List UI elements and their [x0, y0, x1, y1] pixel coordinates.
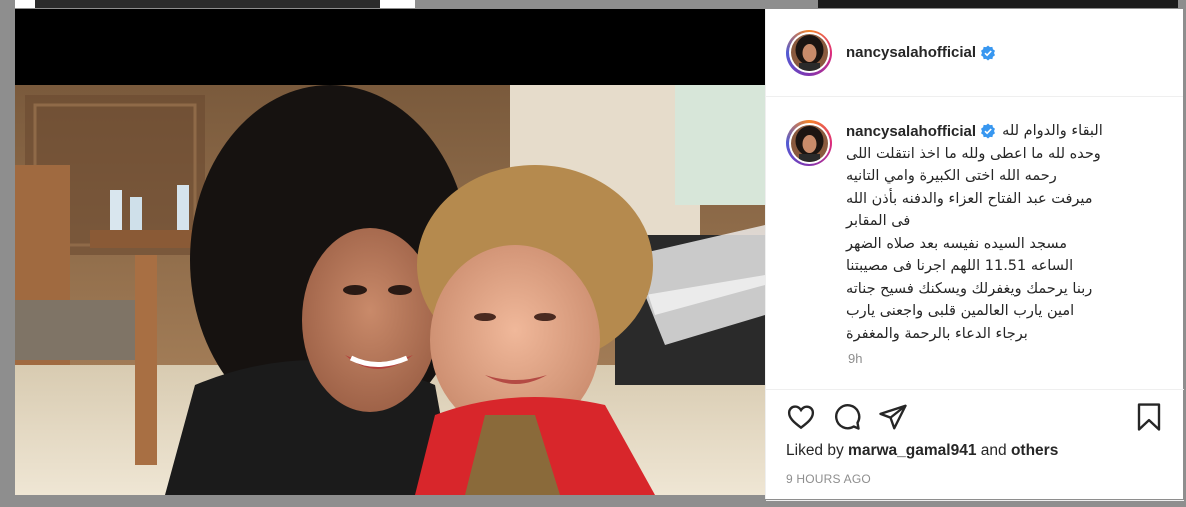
- caption-line: برجاء الدعاء بالرحمة والمغفرة: [846, 325, 1028, 342]
- caption-line: فى المقابر: [846, 213, 911, 229]
- liked-user-link[interactable]: marwa_gamal941: [848, 442, 976, 459]
- avatar[interactable]: [786, 29, 832, 76]
- likes-summary: Liked by marwa_gamal941 and others: [786, 442, 1164, 460]
- caption-line: وحده لله ما اعطى ولله ما اخذ انتقلت اللى: [846, 145, 1101, 162]
- post-header: nancysalahofficial: [766, 9, 1183, 97]
- caption-username[interactable]: nancysalahofficial: [846, 123, 976, 140]
- caption-text: nancysalahofficial البقاء والدوام لله وح…: [846, 120, 1164, 345]
- comment-bubble-icon[interactable]: [832, 402, 862, 432]
- caption-line: الساعه 11.51 اللهم اجرنا فى مصيبتنا: [846, 258, 1074, 274]
- background-post-strip: [15, 0, 415, 8]
- post-media[interactable]: [15, 9, 765, 495]
- bookmark-icon[interactable]: [1134, 402, 1164, 432]
- post-photo: [15, 85, 765, 495]
- caption-avatar[interactable]: [786, 120, 832, 166]
- avatar-image: [790, 124, 828, 162]
- background-post-strip-right: [818, 0, 1178, 8]
- post-caption: nancysalahofficial البقاء والدوام لله وح…: [766, 98, 1184, 366]
- heart-icon[interactable]: [786, 402, 816, 432]
- post-timestamp[interactable]: 9 HOURS AGO: [786, 472, 1164, 486]
- post-actions: Liked by marwa_gamal941 and others 9 HOU…: [766, 389, 1184, 486]
- verified-badge-icon: [981, 123, 996, 139]
- post-side-panel: nancysalahofficial nancysalahofficial ال…: [765, 9, 1184, 501]
- caption-line: رحمه الله اختى الكبيرة وامي التانيه: [846, 168, 1057, 184]
- caption-line: ربنا يرحمك ويغفرلك ويسكنك فسيح جناته: [846, 280, 1093, 297]
- liked-others-link[interactable]: others: [1011, 442, 1058, 459]
- liked-and: and: [980, 442, 1007, 459]
- caption-line: البقاء والدوام لله: [1002, 123, 1103, 139]
- caption-line: مسجد السيده نفيسه بعد صلاه الضهر: [846, 235, 1068, 252]
- background-thumbnail: [35, 0, 380, 8]
- header-username[interactable]: nancysalahofficial: [846, 44, 976, 61]
- comment-box-divider: [766, 500, 1184, 501]
- caption-line: ميرفت عبد الفتاح العزاء والدفنه بأذن الل…: [846, 190, 1093, 207]
- paper-plane-icon[interactable]: [878, 402, 908, 432]
- caption-time[interactable]: 9h: [848, 351, 1164, 366]
- verified-badge-icon: [981, 45, 996, 60]
- liked-prefix: Liked by: [786, 442, 844, 459]
- avatar-image: [790, 34, 828, 71]
- caption-line: امين يارب العالمين قلبى واجعنى يارب: [846, 303, 1075, 319]
